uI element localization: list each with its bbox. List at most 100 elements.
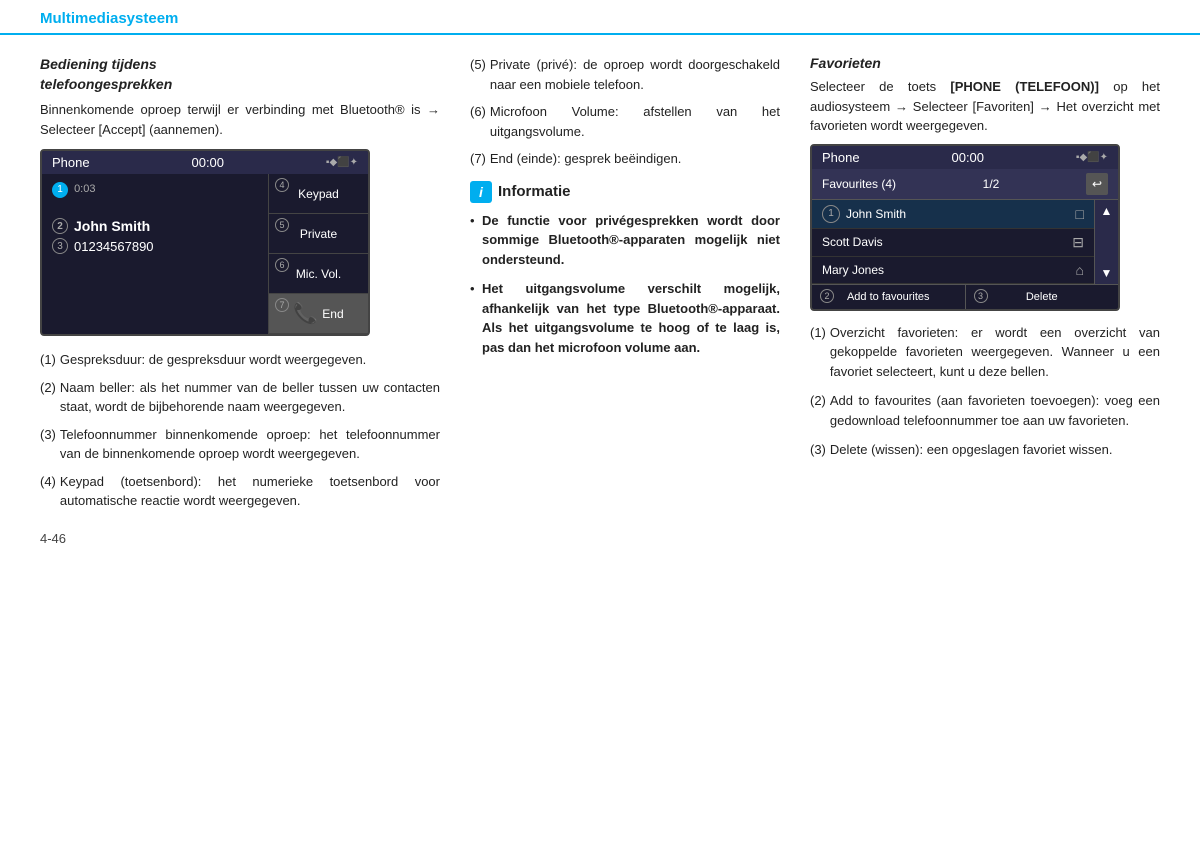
- list-item-text: Gespreksduur: de gespreksduur wordt weer…: [60, 350, 366, 370]
- list-item: (7) End (einde): gesprek beëindigen.: [470, 149, 780, 169]
- micvol-btn-num: 6: [275, 258, 289, 272]
- phone-contact-name: 2 John Smith: [52, 218, 258, 234]
- fav-contact-row-2[interactable]: Scott Davis ⊟: [812, 229, 1094, 257]
- fav-scroll-down-btn[interactable]: ▼: [1101, 266, 1113, 280]
- fav-add-btn-num: 2: [820, 289, 834, 303]
- fav-contacts-list: 1 John Smith □ Scott Davis ⊟ Mary Jone: [812, 200, 1094, 284]
- list-item-num: (4): [40, 472, 56, 511]
- fav-delete-btn[interactable]: 3 Delete: [966, 285, 1119, 309]
- fav-footer: 2 Add to favourites 3 Delete: [812, 284, 1118, 309]
- fav-phone-title: Phone: [822, 150, 860, 165]
- timer-label: 0:03: [74, 183, 95, 195]
- list-item-num: (1): [40, 350, 56, 370]
- info-bullet: De functie voor privégesprekken wordt do…: [470, 211, 780, 270]
- mid-numbered-list: (5) Private (privé): de oproep wordt doo…: [470, 55, 780, 169]
- fav-scroll-up-btn[interactable]: ▲: [1101, 204, 1113, 218]
- fav-subheader-label: Favourites (4): [822, 177, 896, 191]
- page-title: Multimediasysteem: [40, 10, 178, 27]
- list-item-num: (3): [810, 440, 826, 460]
- list-item: (6) Microfoon Volume: afstellen van het …: [470, 102, 780, 141]
- info-bullet: Het uitgangsvolume verschilt mogelijk, a…: [470, 279, 780, 357]
- left-intro-text: Binnenkomende oproep terwijl er verbindi…: [40, 100, 440, 139]
- info-box: i Informatie De functie voor privégespre…: [470, 181, 780, 358]
- fav-page-info: 1/2: [983, 177, 1000, 191]
- phone-btn-micvol[interactable]: 6 Mic. Vol.: [269, 254, 368, 294]
- timer-circle: 1: [52, 182, 68, 198]
- right-column: Favorieten Selecteer de toets [PHONE (TE…: [800, 55, 1160, 546]
- list-item: (1) Gespreksduur: de gespreksduur wordt …: [40, 350, 440, 370]
- fav-phone-time: 00:00: [951, 150, 984, 165]
- info-bullet-text: De functie voor privégesprekken wordt do…: [482, 213, 780, 267]
- fav-delete-btn-label: Delete: [1026, 291, 1058, 303]
- list-item: (4) Keypad (toetsenbord): het numerieke …: [40, 472, 440, 511]
- keypad-btn-num: 4: [275, 178, 289, 192]
- main-content: Bediening tijdens telefoongesprekken Bin…: [0, 35, 1200, 566]
- list-item-num: (1): [810, 323, 826, 382]
- fav-contact-left: Scott Davis: [822, 235, 883, 249]
- right-section-heading: Favorieten: [810, 55, 1160, 71]
- list-item-num: (6): [470, 102, 486, 141]
- fav-contact-left: 1 John Smith: [822, 205, 906, 223]
- list-item-text: Naam beller: als het nummer van de belle…: [60, 378, 440, 417]
- phone-screen-fav: Phone 00:00 ▪◆⬛✦ Favourites (4) 1/2 ↩ 1 …: [810, 144, 1120, 311]
- list-item-num: (2): [810, 391, 826, 430]
- right-numbered-list: (1) Overzicht favorieten: er wordt een o…: [810, 323, 1160, 460]
- left-numbered-list: (1) Gespreksduur: de gespreksduur wordt …: [40, 350, 440, 511]
- phone-timer: 1 0:03: [52, 182, 258, 198]
- fav-contact-name-3: Mary Jones: [822, 263, 884, 277]
- fav-contact-row-1[interactable]: 1 John Smith □: [812, 200, 1094, 229]
- phone-header-title: Phone: [52, 155, 90, 170]
- phone-screen-mockup: Phone 00:00 ▪◆⬛✦ 1 0:03 2 John Smith: [40, 149, 370, 336]
- list-item-num: (2): [40, 378, 56, 417]
- phone-header: Phone 00:00 ▪◆⬛✦: [42, 151, 368, 174]
- fav-contacts-area: 1 John Smith □ Scott Davis ⊟ Mary Jone: [812, 200, 1118, 284]
- end-btn-num: 7: [275, 298, 289, 312]
- mid-column: (5) Private (privé): de oproep wordt doo…: [460, 55, 800, 546]
- fav-back-button[interactable]: ↩: [1086, 173, 1108, 195]
- page-number: 4-46: [40, 531, 440, 546]
- fav-contact-icon-2: ⊟: [1072, 234, 1084, 251]
- list-item: (2) Naam beller: als het nummer van de b…: [40, 378, 440, 417]
- contact-num-num-badge: 3: [52, 238, 68, 254]
- list-item: (3) Delete (wissen): een opgeslagen favo…: [810, 440, 1160, 460]
- info-heading: Informatie: [498, 183, 571, 200]
- list-item: (2) Add to favourites (aan favorieten to…: [810, 391, 1160, 430]
- phone-btn-keypad[interactable]: 4 Keypad: [269, 174, 368, 214]
- phone-left-panel: 1 0:03 2 John Smith 3 01234567890: [42, 174, 268, 334]
- fav-contact-left: Mary Jones: [822, 263, 884, 277]
- end-icon: 📞: [293, 301, 318, 326]
- left-section-heading: Bediening tijdens telefoongesprekken: [40, 55, 440, 94]
- phone-header-time: 00:00: [191, 155, 224, 170]
- phone-body: 1 0:03 2 John Smith 3 01234567890: [42, 174, 368, 334]
- fav-contact-icon-1: □: [1076, 206, 1084, 222]
- phone-btn-private[interactable]: 5 Private: [269, 214, 368, 254]
- list-item-num: (7): [470, 149, 486, 169]
- phone-contact: 2 John Smith 3 01234567890: [52, 218, 258, 254]
- contact-num-badge: 2: [52, 218, 68, 234]
- list-item-text: Add to favourites (aan favorieten toevoe…: [830, 391, 1160, 430]
- left-column: Bediening tijdens telefoongesprekken Bin…: [40, 55, 460, 546]
- info-bullet-text: Het uitgangsvolume verschilt mogelijk, a…: [482, 281, 780, 355]
- list-item-num: (3): [40, 425, 56, 464]
- phone-btn-end[interactable]: 7 📞 End: [269, 294, 368, 334]
- info-icon: i: [470, 181, 492, 203]
- fav-add-btn-label: Add to favourites: [847, 291, 930, 303]
- fav-subheader: Favourites (4) 1/2 ↩: [812, 169, 1118, 200]
- list-item-text: Private (privé): de oproep wordt doorges…: [490, 55, 780, 94]
- phone-contact-number: 3 01234567890: [52, 238, 258, 254]
- fav-phone-icons: ▪◆⬛✦: [1076, 152, 1108, 163]
- list-item-text: Overzicht favorieten: er wordt een overz…: [830, 323, 1160, 382]
- fav-header: Phone 00:00 ▪◆⬛✦: [812, 146, 1118, 169]
- phone-right-panel: 4 Keypad 5 Private 6 Mic. Vol. 7 📞 En: [268, 174, 368, 334]
- phone-header-icons: ▪◆⬛✦: [326, 157, 358, 168]
- info-bullets: De functie voor privégesprekken wordt do…: [470, 211, 780, 358]
- list-item-text: Keypad (toetsenbord): het numerieke toet…: [60, 472, 440, 511]
- right-intro-text: Selecteer de toets [PHONE (TELEFOON)] op…: [810, 77, 1160, 136]
- list-item-text: Delete (wissen): een opgeslagen favoriet…: [830, 440, 1113, 460]
- fav-contact-row-3[interactable]: Mary Jones ⌂: [812, 257, 1094, 284]
- fav-add-btn[interactable]: 2 Add to favourites: [812, 285, 966, 309]
- page-header: Multimediasysteem: [0, 0, 1200, 35]
- fav-contact-icon-3: ⌂: [1076, 262, 1084, 278]
- info-header: i Informatie: [470, 181, 780, 203]
- list-item-text: End (einde): gesprek beëindigen.: [490, 149, 682, 169]
